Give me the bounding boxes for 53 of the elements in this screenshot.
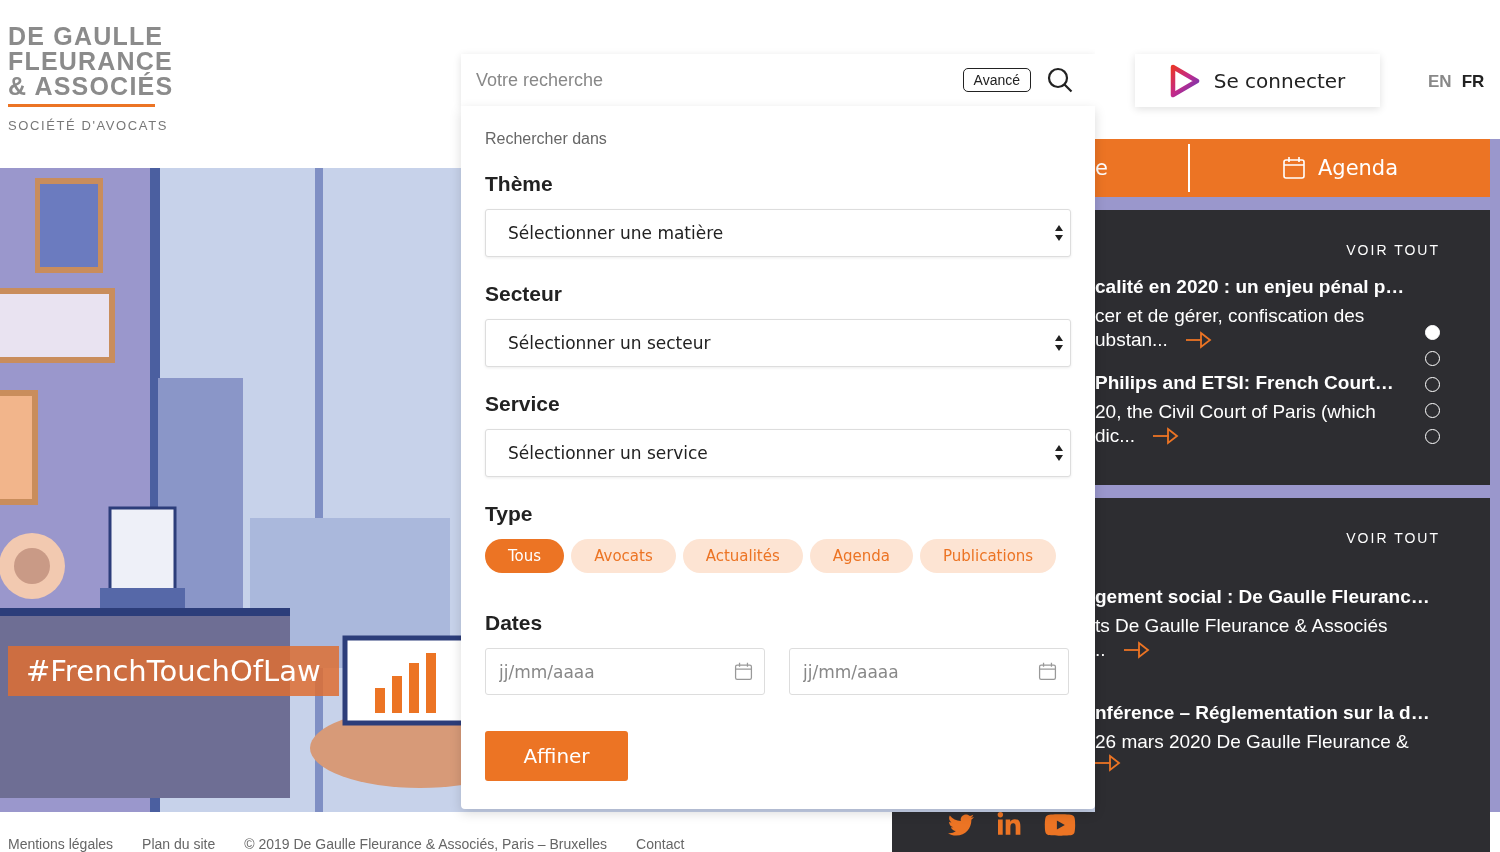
footer-link[interactable]: Contact [636,836,685,852]
twitter-icon[interactable] [948,812,974,838]
play-logo-icon [1169,63,1200,98]
language-link[interactable]: FR [1461,72,1485,92]
calendar-icon [734,662,753,681]
news-title[interactable]: Philips and ETSI: French Court… [1095,372,1409,394]
search-icon[interactable] [1047,67,1073,93]
language-link[interactable]: EN [1428,72,1452,92]
news-excerpt: ts De Gaulle Fleurance & Associés [1095,614,1389,638]
footer-link[interactable]: Plan du site [142,836,216,852]
arrow-right-icon [1153,427,1180,445]
calendar-icon [1281,156,1306,180]
advanced-search-button[interactable]: Avancé [962,68,1031,92]
linkedin-icon[interactable] [996,812,1022,838]
logo-tagline: SOCIÉTÉ D'AVOCATS [8,118,168,133]
news-excerpt: dic... [1095,424,1136,448]
logo-text[interactable]: & ASSOCIÉS [8,74,174,99]
arrow-right-icon [1185,331,1212,349]
select-field[interactable]: Sélectionner un secteur [485,319,1071,367]
filter-label: Service [485,392,561,416]
calendar-icon [1038,662,1057,681]
news-excerpt: ubstan... [1095,328,1168,352]
news-excerpt: .. [1095,638,1106,662]
news-excerpt: 20, the Civil Court of Paris (which [1095,400,1377,424]
carousel-dot[interactable] [1425,325,1440,340]
logo-text[interactable]: DE GAULLE [8,24,164,49]
filter-label: Dates [485,611,544,635]
news-title[interactable]: nférence – Réglementation sur la d… [1095,702,1440,724]
login-button[interactable]: Se connecter [1135,54,1380,107]
trophy-drawing [0,533,65,599]
arrow-right-icon [1123,641,1150,659]
filter-label: Secteur [485,282,564,306]
arrow-right-icon [1095,754,1121,772]
filter-heading: Rechercher dans [485,130,608,148]
news-excerpt: 26 mars 2020 De Gaulle Fleurance & [1095,730,1410,754]
sort-caret-icon [1054,223,1064,243]
search-field[interactable]: Votre recherche Avancé [461,54,1095,106]
date-field[interactable]: jj/mm/aaaa [789,648,1069,695]
news-title[interactable]: calité en 2020 : un enjeu pénal p… [1095,276,1409,298]
date-field[interactable]: jj/mm/aaaa [485,648,765,695]
news-excerpt: cer et de gérer, confiscation des [1095,304,1366,328]
select-field[interactable]: Sélectionner un service [485,429,1071,477]
hashtag-banner: #FrenchTouchOfLaw [8,646,339,696]
sort-caret-icon [1054,333,1064,353]
select-field[interactable]: Sélectionner une matière [485,209,1071,257]
footer-link[interactable]: © 2019 De Gaulle Fleurance & Associés, Paris – Bruxelles [244,836,608,852]
news-title[interactable]: gement social : De Gaulle Fleuranc… [1095,586,1440,608]
filter-label: Type [485,502,534,526]
see-all-link[interactable]: VOIR TOUT [1346,530,1440,546]
filter-label: Thème [485,172,554,196]
footer-link[interactable]: Mentions légales [8,836,114,852]
see-all-link[interactable]: VOIR TOUT [1346,242,1440,258]
sort-caret-icon [1054,443,1064,463]
